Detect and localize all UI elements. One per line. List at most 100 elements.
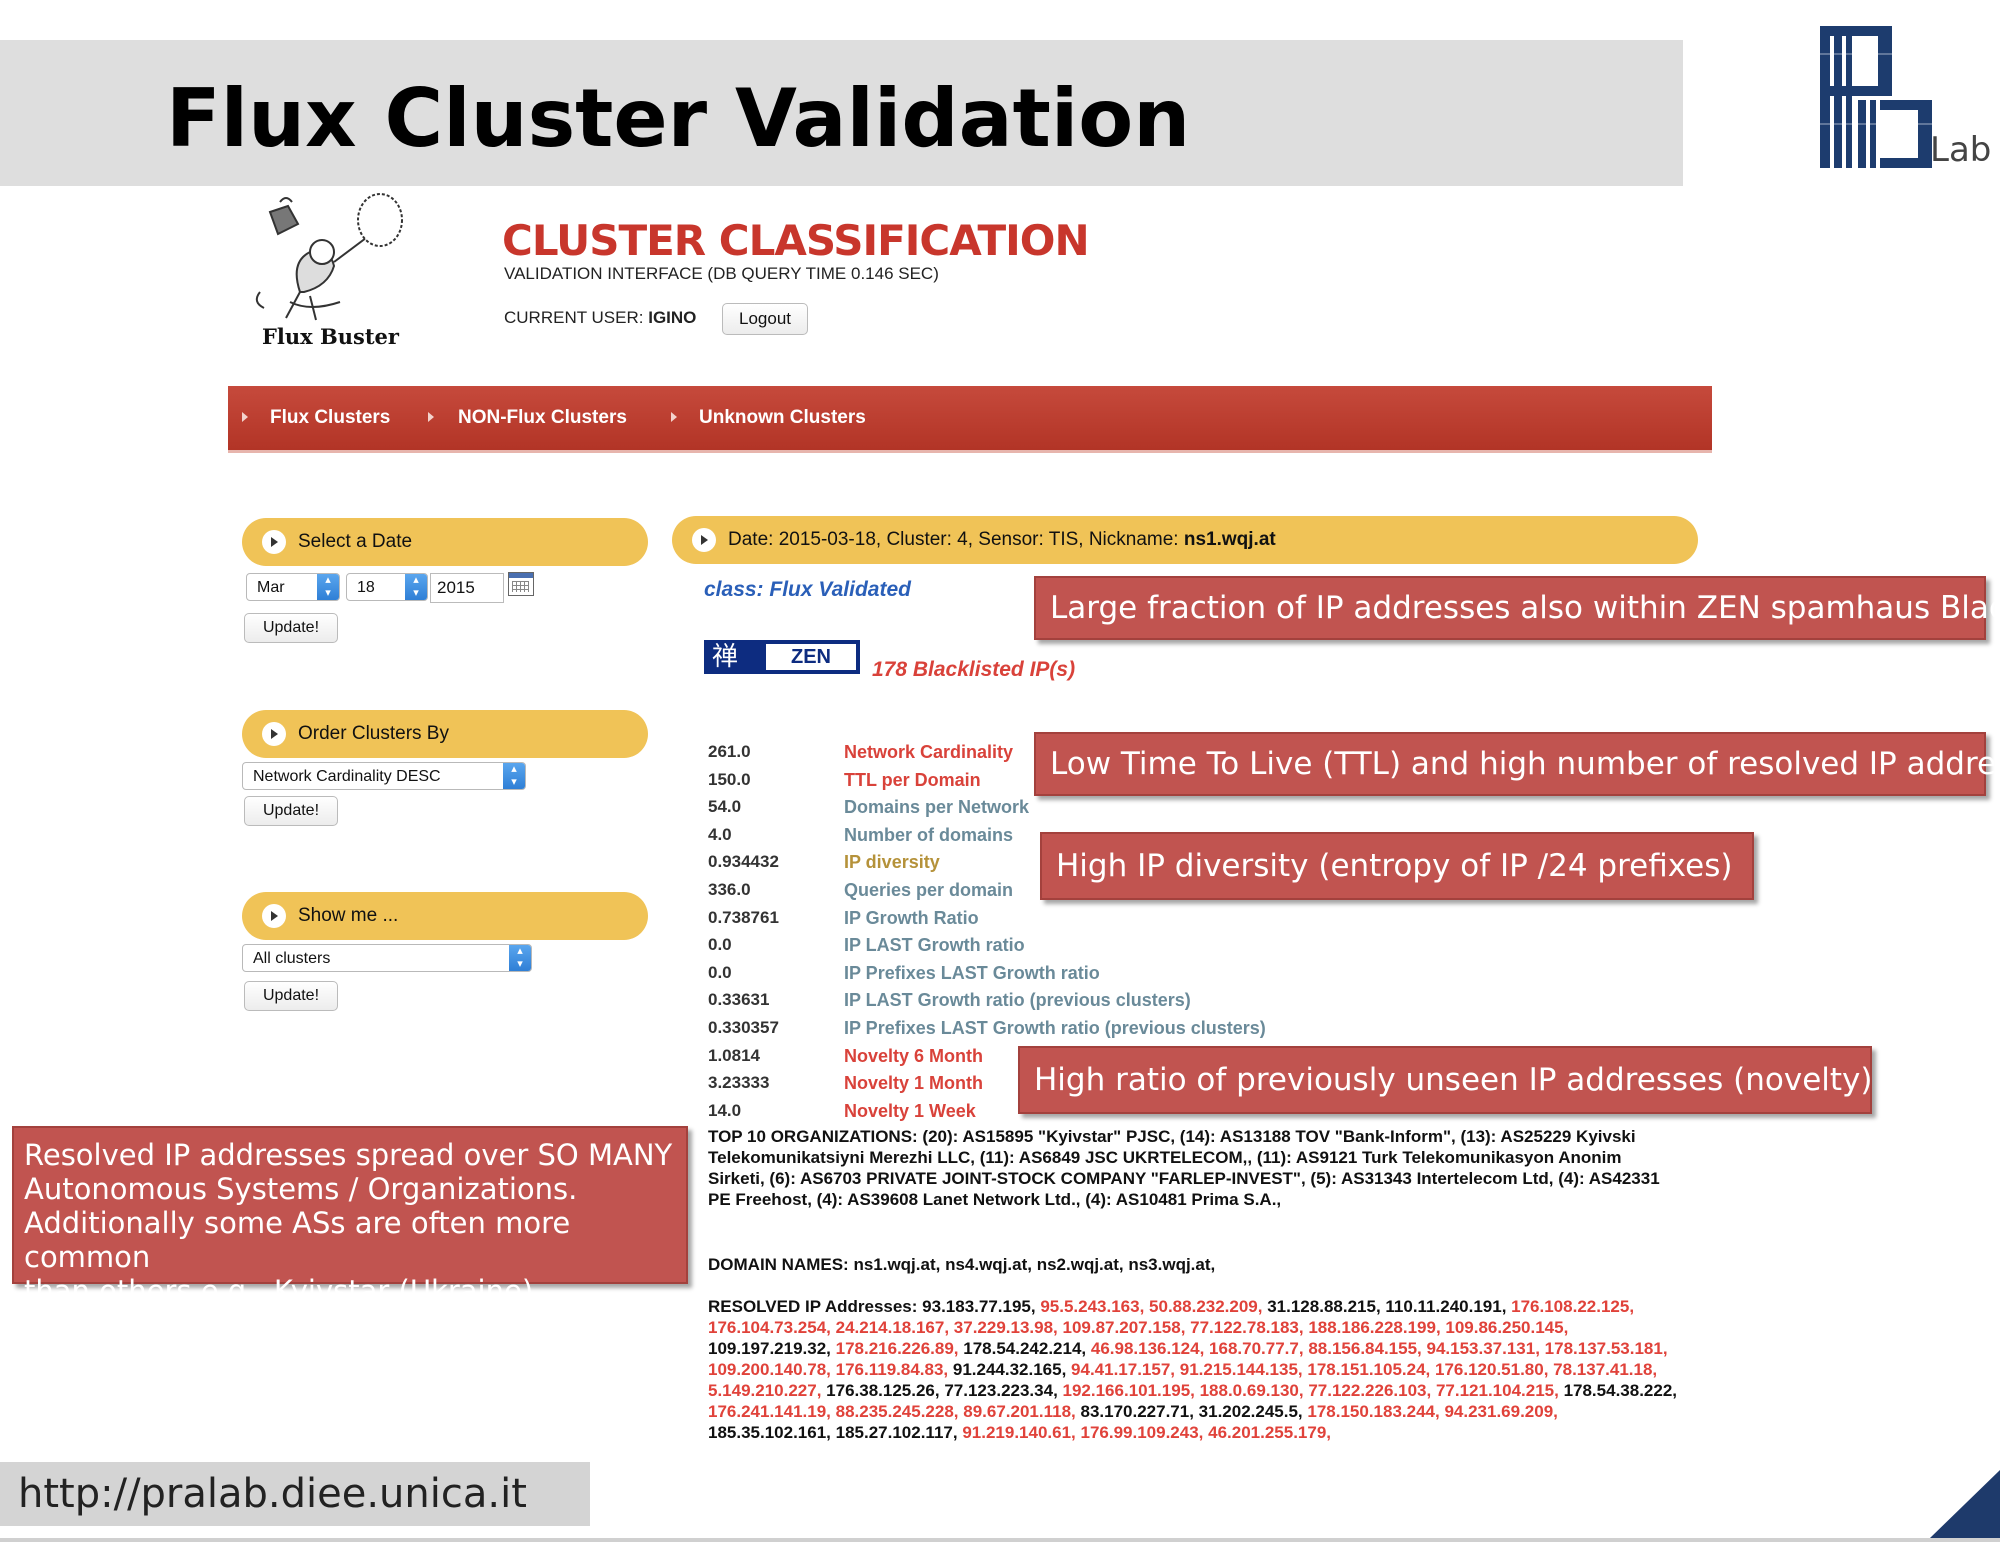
resolved-ip: 37.229.13.98, <box>949 1318 1058 1337</box>
resolved-ip: 178.54.38.222, <box>1558 1381 1678 1400</box>
resolved-ip: 168.70.77.7, <box>1204 1339 1304 1358</box>
resolved-ip: 5.149.210.227, <box>708 1381 822 1400</box>
spinner-icon: ▴ ▾ <box>503 763 525 789</box>
resolved-ip: 93.183.77.195, <box>922 1297 1036 1316</box>
metric-name: IP LAST Growth ratio <box>844 935 1025 956</box>
resolved-ip: 178.54.242.214, <box>958 1339 1087 1358</box>
callout-line: than others e.g., Kyivstar (Ukraine) <box>24 1274 534 1308</box>
cluster-detail-prefix: Date: 2015-03-18, Cluster: 4, Sensor: TI… <box>728 529 1184 550</box>
cluster-detail-header[interactable]: Date: 2015-03-18, Cluster: 4, Sensor: TI… <box>672 516 1698 564</box>
resolved-ip: 176.119.84.83, <box>830 1360 949 1379</box>
nav-unknown-clusters[interactable]: Unknown Clusters <box>699 386 866 450</box>
pralab-logo-text: Lab <box>1930 130 1992 170</box>
metric-value: 3.23333 <box>708 1073 770 1093</box>
top-organizations: TOP 10 ORGANIZATIONS: (20): AS15895 "Kyi… <box>708 1127 1660 1209</box>
metric-value: 0.0 <box>708 935 732 955</box>
order-clusters-header[interactable]: Order Clusters By <box>242 710 648 758</box>
resolved-ip: 188.186.228.199, <box>1303 1318 1441 1337</box>
resolved-label: RESOLVED IP Addresses: <box>708 1297 918 1316</box>
calendar-icon[interactable] <box>508 572 534 596</box>
metric-name: Novelty 1 Month <box>844 1073 984 1094</box>
resolved-ip: 88.156.84.155, <box>1303 1339 1422 1358</box>
resolved-ip: 176.120.51.80, <box>1430 1360 1549 1379</box>
order-clusters-label: Order Clusters By <box>298 723 449 744</box>
show-me-header[interactable]: Show me ... <box>242 892 648 940</box>
resolved-ip: 77.121.104.215, <box>1431 1381 1559 1400</box>
zen-spamhaus-badge: 禅 ZEN <box>704 640 860 674</box>
resolved-ip: 77.123.223.34, <box>939 1381 1058 1400</box>
resolved-ip-addresses: RESOLVED IP Addresses: 93.183.77.195, 95… <box>708 1296 1678 1443</box>
resolved-ip: 176.99.109.243, <box>1075 1423 1204 1442</box>
show-select[interactable]: All clusters ▴ ▾ <box>242 944 532 972</box>
footer-divider <box>0 1538 2000 1542</box>
resolved-ip: 176.241.141.19, <box>708 1402 831 1421</box>
zen-kanji-icon: 禅 <box>712 642 739 672</box>
resolved-ip: 95.5.243.163, <box>1035 1297 1145 1316</box>
resolved-ip: 83.170.227.71, <box>1075 1402 1194 1421</box>
app-subtitle: VALIDATION INTERFACE (DB QUERY TIME 0.14… <box>504 264 939 283</box>
metric-value: 4.0 <box>708 824 732 844</box>
day-select[interactable]: 18 ▴ ▾ <box>346 573 428 601</box>
metric-value: 1.0814 <box>708 1045 760 1065</box>
resolved-ip: 94.41.17.157, <box>1066 1360 1176 1379</box>
logout-button[interactable]: Logout <box>722 303 808 335</box>
ttl-callout: Low Time To Live (TTL) and high number o… <box>1034 732 2000 796</box>
metric-row: 0.0 IP Prefixes LAST Growth ratio <box>708 963 1608 990</box>
resolved-ip: 185.27.102.117, <box>830 1423 958 1442</box>
select-date-header[interactable]: Select a Date <box>242 518 648 566</box>
resolved-ip: 46.98.136.124, <box>1086 1339 1205 1358</box>
metric-name: IP diversity <box>844 852 940 873</box>
footer-url-box: http://pralab.diee.unica.it <box>0 1462 590 1526</box>
cluster-detail-text: Date: 2015-03-18, Cluster: 4, Sensor: TI… <box>728 516 1276 564</box>
resolved-ip: 24.214.18.167, <box>830 1318 950 1337</box>
metric-name: Domains per Network <box>844 797 1030 818</box>
metric-name: Novelty 6 Month <box>844 1045 984 1066</box>
nav-flux-clusters[interactable]: Flux Clusters <box>270 386 390 450</box>
resolved-ip: 46.201.255.179, <box>1203 1423 1332 1442</box>
metric-value: 336.0 <box>708 880 751 899</box>
resolved-ip: 176.38.125.26, <box>821 1381 940 1400</box>
autonomous-systems-callout: Resolved IP addresses spread over SO MAN… <box>12 1126 688 1308</box>
month-select[interactable]: Mar ▴ ▾ <box>246 573 340 601</box>
nav-non-flux-clusters[interactable]: NON-Flux Clusters <box>458 386 627 450</box>
nav-arrow-icon <box>428 412 434 422</box>
metric-row: 0.0 IP LAST Growth ratio <box>708 935 1608 962</box>
date-update-button[interactable]: Update! <box>244 613 338 643</box>
expand-arrow-icon <box>262 722 286 746</box>
footer-url[interactable]: http://pralab.diee.unica.it <box>18 1462 527 1526</box>
metric-value: 0.33631 <box>708 990 770 1010</box>
metric-value: 14.0 <box>708 1100 742 1120</box>
order-select-value: Network Cardinality DESC <box>253 768 441 785</box>
blacklisted-count: 178 Blacklisted IP(s) <box>872 658 1076 681</box>
year-input[interactable]: 2015 <box>430 573 504 603</box>
resolved-ip: 192.166.101.195, <box>1057 1381 1195 1400</box>
zen-callout: Large fraction of IP addresses also with… <box>1034 576 2000 640</box>
select-date-label: Select a Date <box>298 531 413 552</box>
order-select[interactable]: Network Cardinality DESC ▴ ▾ <box>242 762 526 790</box>
class-label: class: Flux Validated <box>704 578 911 601</box>
resolved-ip: 88.235.245.228, <box>830 1402 959 1421</box>
metric-value: 150.0 <box>708 769 751 789</box>
corner-decoration <box>1930 1470 2000 1538</box>
metric-name: TTL per Domain <box>844 769 981 790</box>
metric-value: 261.0 <box>708 742 751 761</box>
resolved-ip: 109.87.207.158, <box>1057 1318 1186 1337</box>
resolved-ip: 176.104.73.254, <box>708 1318 831 1337</box>
metric-name: IP Prefixes LAST Growth ratio (previous … <box>844 1018 1266 1038</box>
resolved-ip: 31.202.245.5, <box>1193 1402 1303 1421</box>
spinner-icon: ▴ ▾ <box>317 574 339 600</box>
resolved-ip: 77.122.78.183, <box>1185 1318 1304 1337</box>
resolved-ip: 91.219.140.61, <box>957 1423 1076 1442</box>
metric-name: Number of domains <box>844 824 1014 845</box>
expand-arrow-icon <box>692 528 716 552</box>
expand-arrow-icon <box>262 904 286 928</box>
day-value: 18 <box>357 579 375 596</box>
order-update-button[interactable]: Update! <box>244 796 338 826</box>
show-update-button[interactable]: Update! <box>244 981 338 1011</box>
expand-arrow-icon <box>262 530 286 554</box>
metric-name: IP LAST Growth ratio (previous clusters) <box>844 990 1191 1011</box>
metric-name: IP Growth Ratio <box>844 907 979 928</box>
domain-names: DOMAIN NAMES: ns1.wqj.at, ns4.wqj.at, ns… <box>708 1255 1216 1274</box>
spinner-icon: ▴ ▾ <box>405 574 427 600</box>
show-select-value: All clusters <box>253 950 331 967</box>
